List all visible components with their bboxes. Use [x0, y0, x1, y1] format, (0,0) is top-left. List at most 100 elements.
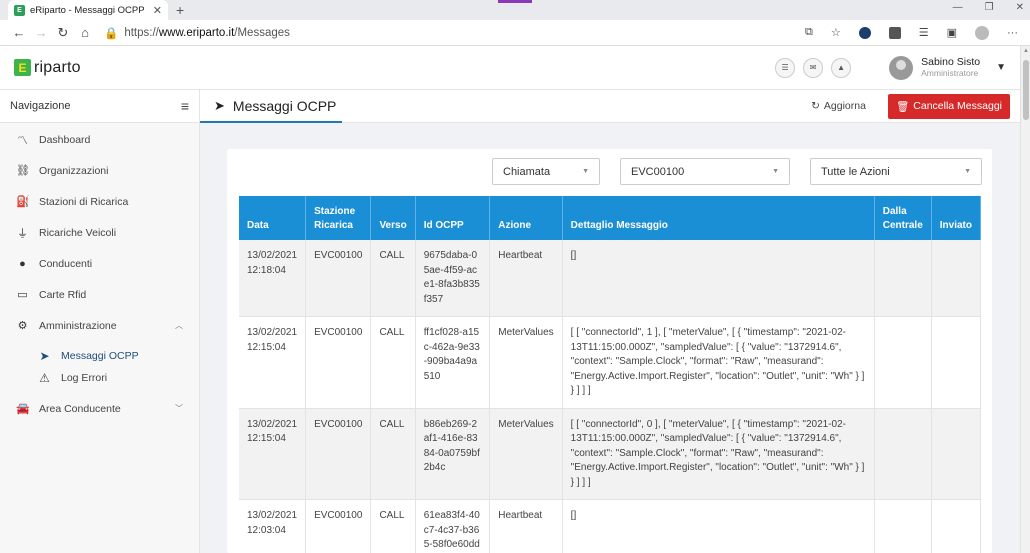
station-select[interactable]: EVC00100 ▼: [620, 158, 790, 185]
col-header-azione[interactable]: Azione: [489, 196, 563, 240]
window-close-icon[interactable]: ✕: [1016, 2, 1024, 13]
sidebar-item-ricariche[interactable]: ⏚ Ricariche Veicoli: [0, 217, 199, 248]
type-select[interactable]: Chiamata ▼: [492, 158, 600, 185]
minimize-icon[interactable]: —: [953, 2, 963, 13]
favorite-add-icon[interactable]: ☆: [831, 26, 841, 39]
restore-icon[interactable]: ❐: [985, 2, 994, 13]
hamburger-icon[interactable]: ≡: [181, 98, 189, 114]
cell-date: 13/02/2021 12:03:04: [239, 499, 307, 553]
cell-action: Heartbeat: [489, 240, 563, 317]
header-actions: ☰ ✉ ▲ Sabino Sisto Amministratore ▼: [775, 55, 1006, 80]
cell-id: b86eb269-2af1-416e-8384-0a0759bf2b4c: [415, 408, 491, 500]
favorites-icon[interactable]: ☰: [919, 26, 929, 39]
window-controls: — ❐ ✕: [953, 2, 1024, 13]
sidebar-item-label: Carte Rfid: [39, 288, 87, 301]
sidebar-subitem-label: Log Errori: [61, 372, 108, 384]
new-tab-icon[interactable]: +: [176, 2, 184, 18]
user-icon: ●: [19, 257, 26, 270]
refresh-icon: ↻: [811, 100, 820, 112]
cell-station: EVC00100: [305, 499, 372, 553]
table-row[interactable]: 13/02/2021 12:15:04 EVC00100 CALL b86eb2…: [239, 408, 982, 500]
chevron-down-icon[interactable]: ▼: [996, 62, 1006, 73]
page-title: Messaggi OCPP: [232, 98, 337, 114]
action-select-value: Tutte le Azioni: [821, 165, 890, 178]
page-scrollbar[interactable]: ▲: [1020, 46, 1030, 553]
extension-icon[interactable]: [858, 26, 871, 39]
cell-action: Heartbeat: [489, 499, 563, 553]
favicon-icon: E: [14, 4, 25, 16]
logo-text: riparto: [34, 58, 81, 76]
cell-station: EVC00100: [305, 240, 372, 317]
browser-tab[interactable]: E eRiparto - Messaggi OCPP ✕: [8, 0, 168, 20]
table-row[interactable]: 13/02/2021 12:03:04 EVC00100 CALL 61ea83…: [239, 499, 982, 553]
url-path: /Messages: [234, 26, 290, 39]
lock-icon: 🔒: [104, 27, 119, 40]
table-row[interactable]: 13/02/2021 12:18:04 EVC00100 CALL 9675da…: [239, 240, 982, 317]
refresh-label: Aggiorna: [823, 100, 866, 112]
col-header-dettaglio[interactable]: Dettaglio Messaggio: [562, 196, 875, 240]
cell-action: MeterValues: [489, 316, 563, 409]
back-icon[interactable]: ←: [8, 25, 30, 40]
sidebar-item-organizzazioni[interactable]: ⛓ Organizzazioni: [0, 155, 199, 186]
plug-icon: ⏚: [17, 227, 28, 240]
col-header-verso[interactable]: Verso: [370, 196, 416, 240]
scrollbar-thumb[interactable]: [1023, 60, 1029, 120]
sidebar-item-stazioni[interactable]: ⛽ Stazioni di Ricarica: [0, 186, 199, 217]
tab-close-icon[interactable]: ✕: [153, 4, 162, 17]
sidebar-subitem-log-errori[interactable]: ⚠ Log Errori: [0, 367, 199, 389]
list-icon[interactable]: ☰: [775, 57, 796, 78]
sidebar-item-dashboard[interactable]: 〽 Dashboard: [0, 124, 199, 155]
cell-detail: []: [562, 240, 875, 317]
cell-central: [874, 499, 932, 553]
share-icon[interactable]: ⧉: [805, 26, 813, 39]
chevron-down-icon: ▼: [964, 168, 971, 175]
sidebar-item-label: Organizzazioni: [39, 164, 109, 177]
sidebar-item-carte-rfid[interactable]: ▭ Carte Rfid: [0, 279, 199, 310]
sidebar-item-label: Ricariche Veicoli: [39, 226, 117, 239]
cell-central: [874, 240, 932, 317]
chevron-down-icon: ﹀: [175, 404, 183, 413]
refresh-button[interactable]: ↻ Aggiorna: [811, 100, 866, 112]
cell-sent: [931, 408, 982, 500]
cell-date: 13/02/2021 12:15:04: [239, 408, 307, 500]
sidebar-subitem-messaggi-ocpp[interactable]: ➤ Messaggi OCPP: [0, 345, 199, 367]
user-menu[interactable]: Sabino Sisto Amministratore ▼: [889, 55, 1006, 80]
col-header-id-ocpp[interactable]: Id OCPP: [415, 196, 491, 240]
bell-icon[interactable]: ▲: [831, 57, 852, 78]
more-icon[interactable]: ···: [1007, 27, 1018, 39]
col-header-dalla-centrale[interactable]: Dalla Centrale: [874, 196, 932, 240]
user-role: Amministratore: [921, 68, 979, 79]
col-header-data[interactable]: Data: [239, 196, 307, 240]
cell-direction: CALL: [370, 316, 416, 409]
forward-icon[interactable]: →: [30, 25, 52, 40]
sitemap-icon: ⛓: [16, 165, 30, 177]
scroll-up-icon[interactable]: ▲: [1023, 48, 1029, 54]
collections-icon[interactable]: ▣: [947, 26, 957, 39]
table-header-row: Data Stazione Ricarica Verso Id OCPP Azi…: [239, 196, 982, 240]
tab-title: eRiparto - Messaggi OCPP: [30, 4, 145, 16]
sidebar-title: Navigazione: [10, 100, 71, 112]
sidebar-item-label: Amministrazione: [39, 319, 117, 332]
logo[interactable]: E riparto: [14, 59, 81, 77]
chevron-down-icon: ▼: [582, 168, 589, 175]
profile-icon[interactable]: [975, 25, 989, 40]
home-icon[interactable]: ⌂: [74, 25, 96, 40]
sidebar-item-label: Dashboard: [39, 133, 91, 146]
delete-label: Cancella Messaggi: [913, 100, 1002, 112]
cell-sent: [931, 240, 982, 317]
cell-id: 61ea83f4-40c7-4c37-b365-58f0e60dde31: [415, 499, 491, 553]
cell-action: MeterValues: [489, 408, 563, 500]
col-header-inviato[interactable]: Inviato: [931, 196, 982, 240]
sidebar-item-amministrazione[interactable]: ⚙ Amministrazione ︿: [0, 310, 199, 341]
reload-icon[interactable]: ↻: [52, 25, 74, 41]
col-header-stazione[interactable]: Stazione Ricarica: [305, 196, 372, 240]
car-icon: 🚘: [16, 403, 30, 415]
mail-icon[interactable]: ✉: [803, 57, 824, 78]
delete-messages-button[interactable]: 🗑 Cancella Messaggi: [887, 93, 1010, 119]
url-field[interactable]: 🔒 https://www.eriparto.it/Messages: [104, 26, 805, 40]
sidebar-item-conducenti[interactable]: ● Conducenti: [0, 248, 199, 279]
table-row[interactable]: 13/02/2021 12:15:04 EVC00100 CALL ff1cf0…: [239, 316, 982, 409]
sidebar-item-area-conducente[interactable]: 🚘 Area Conducente ﹀: [0, 393, 199, 424]
action-select[interactable]: Tutte le Azioni ▼: [810, 158, 982, 185]
extension-2-icon[interactable]: [888, 26, 901, 39]
